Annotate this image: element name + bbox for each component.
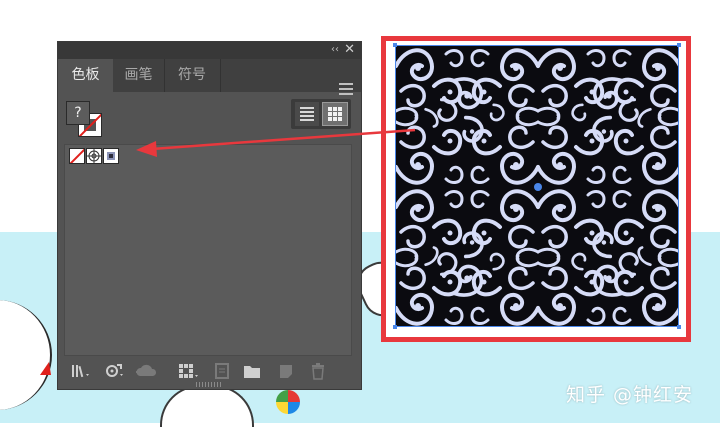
swatches-panel: ‹‹ ✕ 色板 画笔 符号 ?	[58, 42, 361, 389]
panel-titlebar[interactable]: ‹‹ ✕	[58, 42, 361, 59]
tab-symbols[interactable]: 符号	[164, 59, 220, 92]
pattern-swatch-icon	[107, 152, 115, 160]
list-view-button[interactable]	[295, 102, 319, 126]
swatch-options-icon[interactable]	[178, 362, 200, 380]
swatch-list	[64, 144, 352, 356]
damask-pattern-image	[396, 46, 678, 326]
illustration-bracelet	[276, 390, 300, 414]
swatch-none[interactable]	[69, 148, 85, 164]
tab-swatches[interactable]: 色板	[58, 59, 113, 92]
new-swatch-icon[interactable]	[277, 362, 295, 380]
show-swatch-kinds-icon[interactable]	[104, 362, 123, 380]
swatch-pattern[interactable]	[103, 148, 119, 164]
selection-handle[interactable]	[677, 325, 681, 329]
new-color-group-folder-icon[interactable]	[243, 362, 261, 380]
panel-tabbar: 色板 画笔 符号	[58, 59, 361, 95]
tab-brushes[interactable]: 画笔	[113, 59, 164, 92]
watermark: 知乎 @钟红安	[566, 384, 694, 406]
panel-resize-grip[interactable]	[196, 382, 222, 387]
pattern-preview[interactable]	[395, 45, 679, 327]
thumbnail-view-button[interactable]	[322, 102, 348, 126]
panel-menu-icon[interactable]	[339, 83, 353, 95]
view-mode-toggle	[291, 99, 351, 129]
fill-indicator[interactable]: ?	[66, 101, 90, 125]
selection-handle[interactable]	[393, 325, 397, 329]
tab-divider	[220, 59, 221, 92]
color-group-icon[interactable]	[213, 362, 231, 380]
collapse-panel-button[interactable]: ‹‹	[331, 43, 339, 57]
registration-icon	[87, 149, 101, 163]
cc-libraries-icon[interactable]	[134, 362, 160, 380]
illustration-lips	[40, 362, 51, 375]
fill-stroke-indicator: ?	[66, 101, 104, 139]
thumbnail-view-icon	[328, 107, 342, 121]
swatch-registration[interactable]	[86, 148, 102, 164]
delete-swatch-icon[interactable]	[309, 362, 327, 380]
close-panel-button[interactable]: ✕	[344, 41, 355, 58]
selection-handle[interactable]	[393, 43, 397, 47]
swatch-libraries-icon[interactable]	[70, 362, 89, 380]
selection-handle[interactable]	[677, 43, 681, 47]
list-view-icon	[300, 107, 314, 121]
